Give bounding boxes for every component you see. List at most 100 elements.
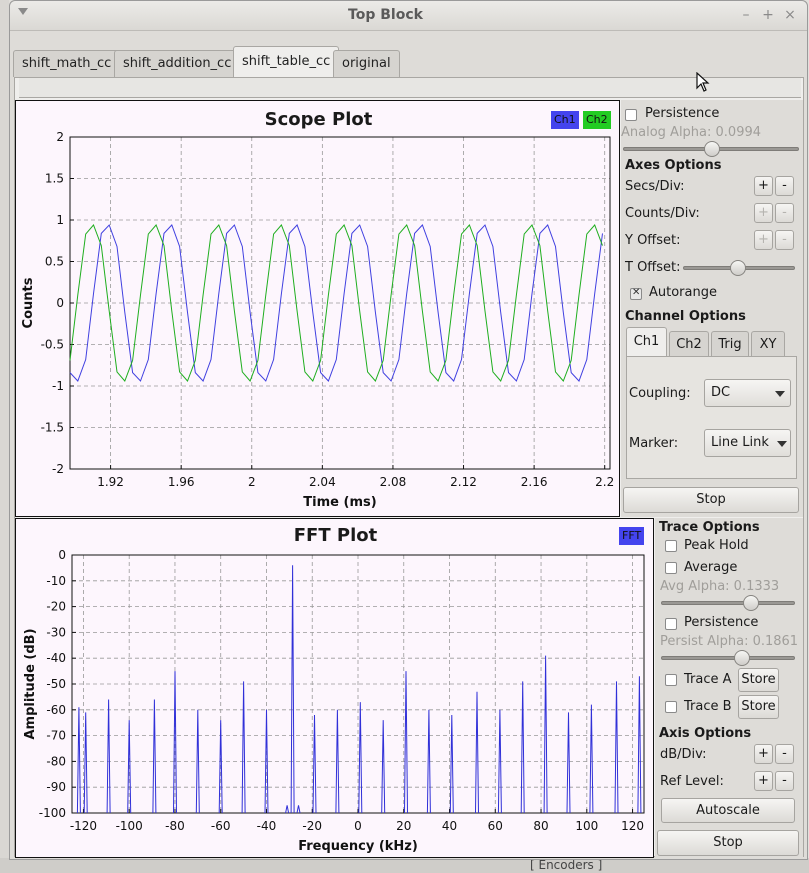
y-tick-label: -0.5 (41, 338, 64, 352)
fft-peak (381, 720, 386, 814)
db-div-label: dB/Div: (660, 747, 707, 762)
desktop-background (0, 0, 9, 873)
fft-peak (195, 709, 200, 814)
close-icon[interactable]: × (782, 7, 798, 23)
db-div-plus-button[interactable]: + (754, 744, 773, 764)
peak-hold-checkbox[interactable] (665, 540, 677, 552)
trace-b-checkbox[interactable] (665, 701, 677, 713)
avg-alpha-slider-thumb[interactable] (743, 595, 759, 611)
counts-div-plus-button[interactable]: + (754, 203, 773, 223)
ref-level-plus-button[interactable]: + (754, 771, 773, 791)
analog-alpha-slider-thumb[interactable] (704, 141, 720, 157)
fft-peak (173, 671, 177, 814)
tab-shift-table-cc[interactable]: shift_table_cc (233, 46, 340, 78)
chevron-down-icon (777, 441, 787, 447)
mouse-pointer-icon (696, 72, 710, 92)
y-tick-label: -2 (52, 462, 64, 476)
trace-a-store-button[interactable]: Store (738, 668, 779, 692)
channel-options-heading: Channel Options (625, 309, 746, 324)
y-tick-label: -10 (46, 574, 66, 588)
fft-persistence-label: Persistence (684, 615, 759, 630)
ref-level-label: Ref Level: (660, 774, 724, 789)
fft-plot[interactable]: FFT Plot FFT -120 -100 -80 -60 -40 -20 0 20 40 60… (15, 518, 654, 858)
persist-alpha-slider-thumb[interactable] (734, 650, 750, 666)
fft-peak (241, 681, 246, 814)
persist-alpha-slider[interactable] (661, 656, 795, 660)
autoscale-button[interactable]: Autoscale (661, 798, 795, 823)
minimize-icon[interactable]: – (738, 7, 754, 23)
fft-peak (637, 676, 642, 814)
tab-trig[interactable]: Trig (711, 331, 749, 357)
background-window-label: [ Encoders ] (530, 858, 603, 872)
secs-div-minus-button[interactable]: - (775, 176, 794, 196)
ref-level-minus-button[interactable]: - (775, 771, 794, 791)
fft-controls: Trace Options Peak Hold Average Avg Alph… (655, 518, 803, 858)
x-tick-label: 1.92 (97, 475, 124, 489)
counts-div-minus-button[interactable]: - (775, 203, 794, 223)
autorange-checkbox[interactable] (630, 287, 642, 300)
average-label: Average (684, 560, 738, 575)
fft-peak (290, 565, 295, 814)
x-tick-label: 2.16 (521, 475, 548, 489)
tab-ch2[interactable]: Ch2 (669, 331, 709, 357)
x-tick-label: 0 (354, 819, 362, 833)
x-axis-label: Frequency (kHz) (298, 839, 418, 854)
axes-options-heading: Axes Options (625, 158, 722, 173)
x-tick-label: 2.2 (595, 475, 614, 489)
average-checkbox[interactable] (665, 562, 677, 574)
db-div-minus-button[interactable]: - (775, 744, 794, 764)
title-bar[interactable]: Top Block – + × (10, 1, 807, 31)
persist-alpha-label: Persist Alpha: 0.1861 (660, 634, 799, 649)
fft-chart: -120 -100 -80 -60 -40 -20 0 20 40 60 80 100 120 0 -10 -… (23, 548, 645, 854)
tab-content: Scope Plot Ch1 Ch2 1.92 1.96 2 2.04 2.08 2.12… (14, 77, 804, 858)
fft-peak (520, 681, 525, 814)
x-tick-label: -60 (211, 819, 231, 833)
x-tick-label: 2 (248, 475, 256, 489)
fft-persistence-checkbox[interactable] (665, 618, 677, 630)
fft-peak (83, 712, 88, 814)
trace-b-store-button[interactable]: Store (738, 695, 779, 719)
y-offset-label: Y Offset: (625, 233, 681, 248)
fft-stop-button[interactable]: Stop (657, 830, 799, 856)
coupling-dropdown[interactable]: DC (704, 379, 791, 407)
x-tick-label: 2.04 (309, 475, 336, 489)
channel-options-pane: Coupling: DC Marker: Line Link (626, 356, 797, 479)
peak-hold-label: Peak Hold (684, 538, 749, 553)
tab-ch1[interactable]: Ch1 (626, 327, 667, 357)
y-tick-label: -50 (46, 677, 66, 691)
trace-b-label: Trace B (684, 699, 732, 714)
axis-options-heading: Axis Options (659, 726, 752, 741)
y-tick-label: -40 (46, 651, 66, 665)
tab-shift-addition-cc[interactable]: shift_addition_cc (114, 50, 241, 77)
y-tick-label: 1 (56, 213, 64, 227)
x-tick-label: 1.96 (168, 475, 195, 489)
tab-original[interactable]: original (333, 50, 400, 77)
tab-xy[interactable]: XY (751, 331, 785, 357)
pane-header-strip (19, 78, 801, 98)
tab-shift-math-cc[interactable]: shift_math_cc (13, 50, 121, 77)
persistence-checkbox[interactable] (625, 109, 637, 121)
y-tick-label: -1.5 (41, 421, 64, 435)
x-tick-label: 20 (396, 819, 411, 833)
marker-dropdown[interactable]: Line Link (704, 429, 791, 457)
scope-stop-button[interactable]: Stop (623, 487, 799, 513)
app-window: Top Block – + × shift_math_cc shift_addi… (9, 0, 808, 860)
fft-peak (358, 702, 363, 814)
y-axis-label: Counts (21, 277, 36, 328)
y-tick-label: 0 (58, 548, 66, 562)
secs-div-plus-button[interactable]: + (754, 176, 773, 196)
x-tick-label: -40 (257, 819, 277, 833)
scope-chart: 1.92 1.96 2 2.04 2.08 2.12 2.16 2.2 -2 -1.5 -1 -0.5… (21, 130, 614, 510)
y-tick-label: -20 (46, 600, 66, 614)
coupling-label: Coupling: (629, 386, 691, 401)
t-offset-slider-thumb[interactable] (730, 260, 746, 276)
trace-a-checkbox[interactable] (665, 674, 677, 686)
y-offset-plus-button[interactable]: + (754, 230, 773, 250)
scope-plot[interactable]: Scope Plot Ch1 Ch2 1.92 1.96 2 2.04 2.08 2.12… (15, 100, 620, 517)
maximize-icon[interactable]: + (760, 7, 776, 23)
x-tick-label: -80 (165, 819, 185, 833)
avg-alpha-slider[interactable] (661, 601, 795, 605)
y-tick-label: -1 (52, 379, 64, 393)
x-tick-label: 80 (533, 819, 548, 833)
y-offset-minus-button[interactable]: - (775, 230, 794, 250)
